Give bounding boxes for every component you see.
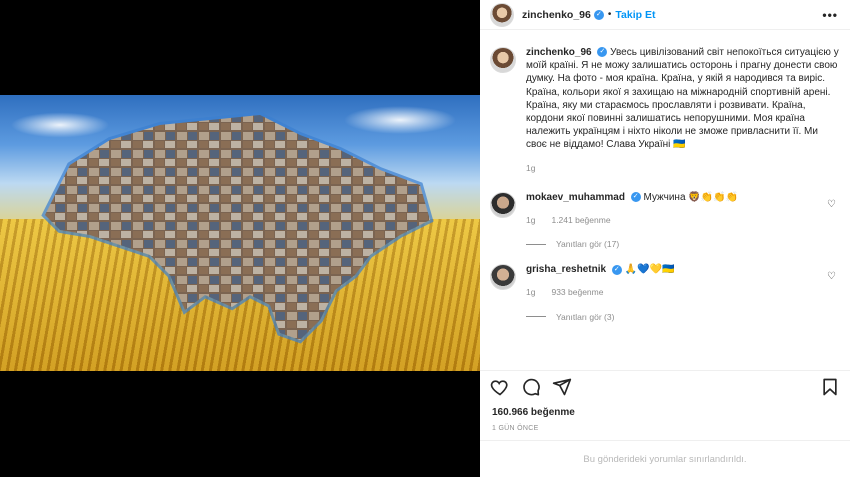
caption-username[interactable]: zinchenko_96 (526, 47, 592, 58)
comment-text: 🙏💙💛🇺🇦 (624, 264, 675, 276)
share-send-icon[interactable] (552, 377, 572, 397)
view-replies-button[interactable]: Yanıtları gör (17) (526, 239, 840, 249)
comment-age[interactable]: 1g (526, 286, 535, 299)
post-header: zinchenko_96 ✓ • Takip Et ••• (480, 0, 850, 30)
comment-username[interactable]: grisha_reshetnik (526, 264, 606, 275)
list-item: mokaev_muhammad ✓ Мужчина 🦁👏👏👏 1g 1.241 … (490, 191, 840, 227)
comment-likes[interactable]: 1.241 beğenme (551, 214, 610, 227)
comments-limited-notice: Bu gönderideki yorumlar sınırlandırıldı. (480, 440, 850, 477)
avatar[interactable] (490, 191, 516, 218)
verified-badge-icon: ✓ (611, 264, 622, 275)
post-media[interactable] (0, 0, 480, 477)
view-replies-button[interactable]: Yanıtları gör (3) (526, 312, 840, 322)
ukraine-map-collage (41, 111, 434, 344)
view-replies-label: Yanıtları gör (3) (556, 311, 615, 322)
heart-icon[interactable]: ♡ (827, 271, 836, 282)
avatar[interactable] (490, 264, 516, 291)
header-username[interactable]: zinchenko_96 (522, 9, 591, 21)
replies-divider (526, 243, 546, 245)
likes-count[interactable]: 160.966 beğenme (492, 407, 575, 418)
separator-dot: • (607, 9, 612, 20)
verified-badge-icon: ✓ (597, 47, 608, 58)
caption: zinchenko_96 ✓ Увесь цивілізований світ … (490, 46, 840, 175)
post-photo[interactable] (0, 95, 480, 371)
follow-button[interactable]: Takip Et (615, 9, 655, 21)
verified-badge-icon: ✓ (593, 9, 604, 20)
list-item: grisha_reshetnik ✓ 🙏💙💛🇺🇦 1g 933 beğenme … (490, 263, 840, 299)
avatar[interactable] (490, 2, 514, 27)
post-actions (480, 370, 850, 400)
comment-username[interactable]: mokaev_muhammad (526, 192, 625, 203)
more-options-icon[interactable]: ••• (822, 8, 838, 22)
post-side-panel: zinchenko_96 ✓ • Takip Et ••• zinchenko_… (480, 0, 850, 477)
comment-icon[interactable] (521, 377, 541, 397)
caption-age[interactable]: 1g (526, 162, 535, 175)
comment-age[interactable]: 1g (526, 214, 535, 227)
heart-icon[interactable]: ♡ (827, 199, 836, 210)
view-replies-label: Yanıtları gör (17) (556, 239, 620, 250)
verified-badge-icon: ✓ (630, 192, 641, 203)
like-heart-icon[interactable] (490, 377, 510, 397)
comments-list: zinchenko_96 ✓ Увесь цивілізований світ … (480, 46, 850, 322)
avatar[interactable] (490, 47, 516, 73)
comment-text: Мужчина 🦁👏👏👏 (643, 191, 739, 203)
post-date[interactable]: 1 GÜN ÖNCE (492, 425, 539, 432)
comment-likes[interactable]: 933 beğenme (551, 286, 603, 299)
replies-divider (526, 316, 546, 318)
bookmark-icon[interactable] (820, 377, 840, 397)
caption-text: Увесь цивілізований світ непокоїться сит… (526, 47, 839, 151)
